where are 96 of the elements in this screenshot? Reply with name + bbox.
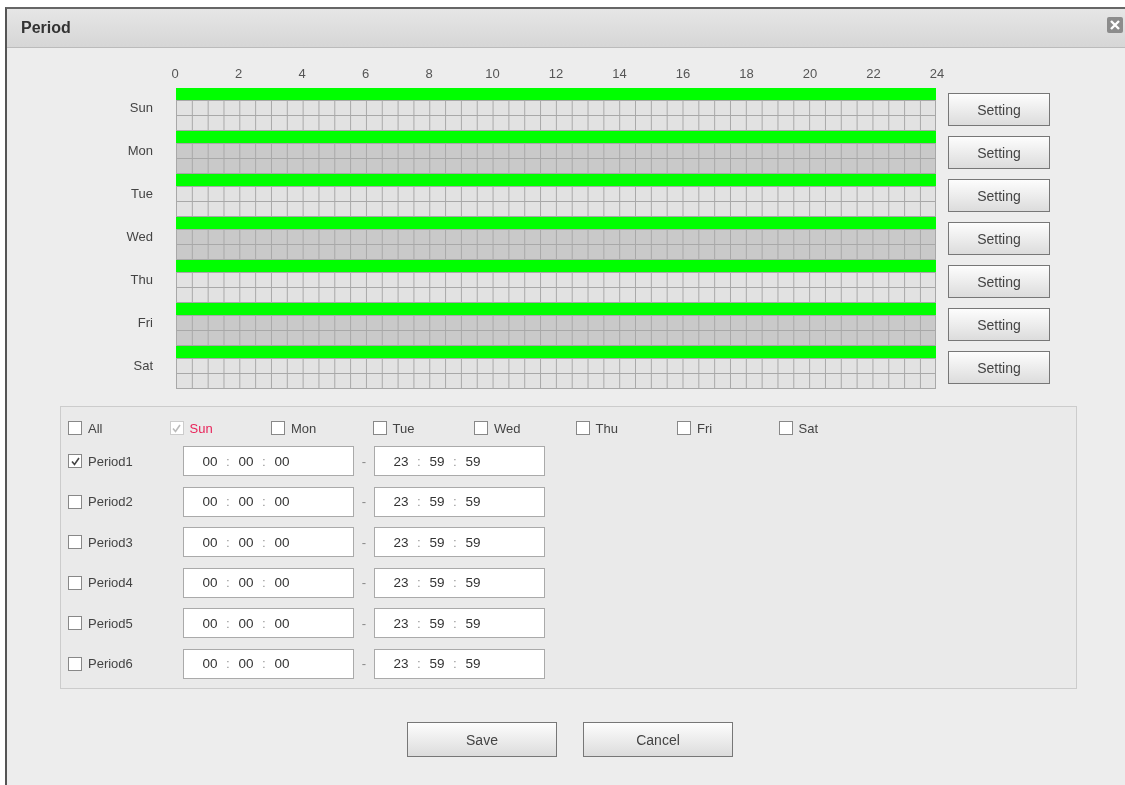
schedule-track[interactable] — [176, 303, 936, 346]
hour-label: 4 — [297, 66, 307, 83]
hour-label: 16 — [674, 66, 692, 83]
checkbox[interactable] — [677, 421, 691, 435]
checkbox[interactable] — [68, 494, 82, 509]
window-title: Period — [21, 19, 71, 37]
checkbox[interactable] — [68, 535, 82, 550]
checkbox[interactable] — [68, 421, 82, 435]
hour-label: 20 — [801, 66, 819, 83]
day-checkbox[interactable]: Mon — [271, 420, 373, 436]
day-label: Mon — [126, 143, 154, 158]
checkbox[interactable] — [271, 421, 285, 435]
start-time-field[interactable]: 00 : 00 : 00 — [183, 527, 354, 558]
day-label: Sun — [128, 100, 154, 115]
setting-button[interactable]: Setting — [948, 136, 1050, 169]
schedule-track[interactable] — [176, 260, 936, 303]
close-icon[interactable] — [1107, 17, 1123, 33]
day-check-label: Fri — [697, 420, 713, 436]
day-checkbox[interactable]: Sat — [778, 420, 880, 436]
day-label: Sat — [132, 358, 154, 373]
setting-button[interactable]: Setting — [948, 93, 1050, 126]
period-checkbox[interactable]: Period1 — [68, 453, 183, 469]
period-label: Period1 — [88, 453, 133, 469]
range-separator: - — [360, 494, 368, 510]
setting-button[interactable]: Setting — [948, 222, 1050, 255]
day-label: Tue — [130, 186, 154, 201]
day-check-label: All — [88, 420, 103, 436]
hour-label: 6 — [360, 66, 371, 83]
range-separator: - — [360, 534, 368, 550]
setting-button[interactable]: Setting — [948, 351, 1050, 384]
cancel-button[interactable]: Cancel — [583, 722, 733, 757]
period-label: Period6 — [88, 656, 133, 672]
day-label: Thu — [129, 272, 154, 287]
day-check-label: Sat — [798, 420, 818, 436]
checkbox[interactable] — [68, 616, 82, 631]
hour-label: 12 — [547, 66, 565, 83]
day-check-label: Mon — [291, 420, 317, 436]
day-checkbox[interactable]: Wed — [474, 420, 576, 436]
schedule-track[interactable] — [176, 346, 936, 389]
hour-label: 10 — [484, 66, 501, 83]
day-check-label: Thu — [595, 420, 618, 436]
checkbox[interactable] — [778, 421, 793, 435]
checkbox[interactable] — [575, 421, 590, 435]
day-label: Wed — [125, 229, 154, 244]
range-separator: - — [360, 453, 368, 469]
save-button[interactable]: Save — [407, 722, 557, 757]
checkbox[interactable] — [474, 421, 488, 435]
range-separator: - — [360, 656, 368, 672]
hour-label: 14 — [611, 66, 628, 83]
day-check-label: Sun — [189, 420, 213, 436]
start-time-field[interactable]: 00 : 00 : 00 — [183, 486, 354, 517]
day-checkbox[interactable]: All — [68, 420, 170, 436]
start-time-field[interactable]: 00 : 00 : 00 — [183, 567, 354, 598]
day-check-label: Tue — [392, 420, 415, 436]
checkbox[interactable] — [372, 421, 387, 435]
start-time-field[interactable]: 00 : 00 : 00 — [183, 648, 354, 679]
day-label: Fri — [136, 315, 154, 330]
hour-label: 8 — [424, 66, 434, 83]
period-checkbox[interactable]: Period3 — [68, 534, 183, 550]
period-checkbox[interactable]: Period2 — [68, 494, 183, 510]
checkbox[interactable] — [68, 454, 82, 469]
hour-label: 0 — [170, 66, 180, 83]
range-separator: - — [360, 615, 368, 631]
day-checkbox[interactable]: Thu — [575, 420, 677, 436]
setting-button[interactable]: Setting — [948, 308, 1050, 341]
schedule-track[interactable] — [176, 131, 936, 174]
hour-label: 24 — [928, 66, 946, 83]
period-checkbox[interactable]: Period6 — [68, 656, 183, 672]
period-checkbox[interactable]: Period5 — [68, 615, 183, 631]
end-time-field[interactable]: 23 : 59 : 59 — [374, 608, 545, 639]
end-time-field[interactable]: 23 : 59 : 59 — [374, 527, 545, 558]
checkbox[interactable] — [68, 656, 82, 671]
checkbox[interactable] — [68, 575, 82, 590]
period-label: Period4 — [88, 575, 133, 591]
hour-label: 18 — [738, 66, 755, 83]
period-label: Period3 — [88, 534, 133, 550]
start-time-field[interactable]: 00 : 00 : 00 — [183, 608, 354, 639]
period-checkbox[interactable]: Period4 — [68, 575, 183, 591]
end-time-field[interactable]: 23 : 59 : 59 — [374, 567, 545, 598]
hour-label: 22 — [865, 66, 882, 83]
end-time-field[interactable]: 23 : 59 : 59 — [374, 446, 545, 477]
period-label: Period2 — [88, 494, 133, 510]
period-label: Period5 — [88, 615, 133, 631]
end-time-field[interactable]: 23 : 59 : 59 — [374, 648, 545, 679]
end-time-field[interactable]: 23 : 59 : 59 — [374, 486, 545, 517]
day-checkbox[interactable]: Fri — [677, 420, 779, 436]
day-checkbox[interactable]: Tue — [372, 420, 474, 436]
hour-label: 2 — [233, 66, 244, 83]
range-separator: - — [360, 575, 368, 591]
schedule-track[interactable] — [176, 217, 936, 260]
setting-button[interactable]: Setting — [948, 179, 1050, 212]
schedule-track[interactable] — [176, 174, 936, 217]
setting-button[interactable]: Setting — [948, 265, 1050, 298]
start-time-field[interactable]: 00 : 00 : 00 — [183, 446, 354, 477]
day-check-label: Wed — [494, 420, 521, 436]
schedule-track[interactable] — [176, 88, 936, 131]
